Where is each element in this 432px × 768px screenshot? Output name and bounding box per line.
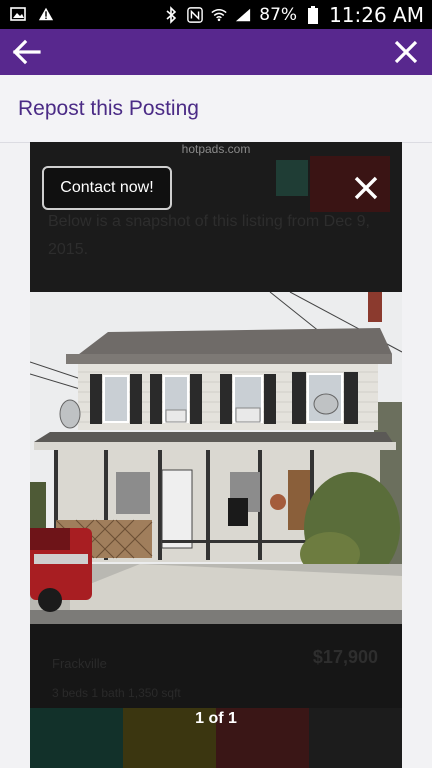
close-icon xyxy=(394,40,418,64)
repost-header: Repost this Posting xyxy=(0,75,432,143)
bluetooth-icon xyxy=(163,6,179,24)
listing-snapshot: hotpads.com Below is a snapshot of this … xyxy=(30,142,402,768)
dim-tile xyxy=(276,160,308,196)
snapshot-note: Below is a snapshot of this listing from… xyxy=(48,213,370,258)
source-url: hotpads.com xyxy=(181,142,251,156)
wifi-icon xyxy=(211,7,227,23)
nfc-icon xyxy=(187,7,204,23)
battery-percent: 87% xyxy=(259,5,298,25)
battery-icon xyxy=(305,6,321,24)
clock: 11:26 AM xyxy=(329,3,424,27)
warning-icon xyxy=(38,6,54,22)
app-bar xyxy=(0,29,432,75)
back-button[interactable] xyxy=(10,37,42,67)
arrow-left-icon xyxy=(12,39,41,65)
close-icon xyxy=(354,176,378,200)
listing-price: $17,900 xyxy=(312,647,378,667)
listing-address: Frackville xyxy=(52,656,107,671)
close-button[interactable] xyxy=(392,38,420,66)
image-counter: 1 of 1 xyxy=(195,710,237,727)
contact-now-button[interactable]: Contact now! xyxy=(42,166,172,210)
listing-details: 3 beds 1 bath 1,350 sqft xyxy=(52,686,181,700)
repost-title: Repost this Posting xyxy=(18,97,199,120)
image-icon xyxy=(10,6,26,22)
viewer-close-button[interactable] xyxy=(352,174,380,202)
house-photo xyxy=(30,292,402,624)
signal-icon xyxy=(235,7,251,23)
status-bar: 87% 11:26 AM xyxy=(0,0,432,29)
